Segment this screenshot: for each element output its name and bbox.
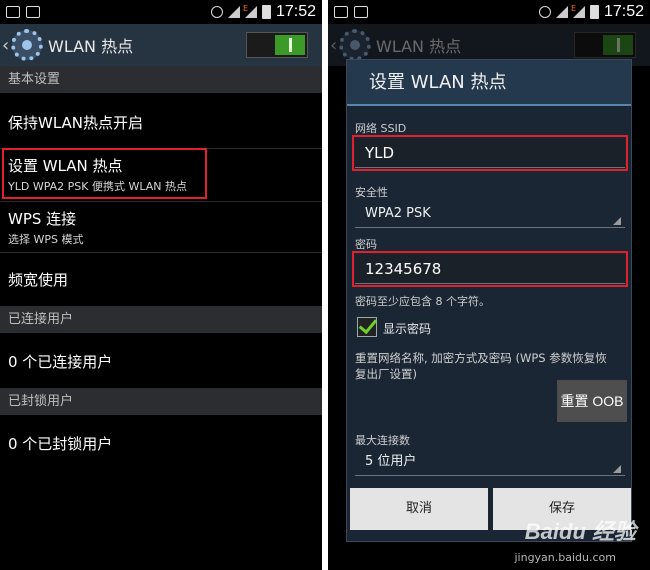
bandwidth-usage-item[interactable]: 频宽使用	[8, 269, 68, 290]
toggle-knob	[275, 35, 305, 55]
hotspot-toggle[interactable]	[246, 32, 308, 58]
status-time: 17:52	[275, 3, 316, 20]
signal-icon	[227, 6, 240, 18]
dropdown-arrow-icon	[613, 217, 621, 225]
section-header-basic: 基本设置	[0, 66, 322, 93]
battery-icon	[589, 5, 599, 19]
show-password-checkbox[interactable]	[357, 317, 377, 337]
section-header-blocked: 已封锁用户	[0, 388, 322, 415]
wps-connect-item[interactable]: WPS 连接	[8, 208, 76, 229]
security-value: WPA2 PSK	[365, 206, 431, 221]
dropdown-arrow-icon	[613, 465, 621, 473]
highlight-box	[352, 251, 628, 287]
reset-description-line2: 复出厂设置)	[355, 367, 417, 381]
max-connections-select[interactable]: 5 位用户	[355, 450, 625, 476]
divider	[0, 201, 322, 202]
alarm-icon	[538, 6, 551, 18]
keep-hotspot-on-item[interactable]: 保持WLAN热点开启	[8, 112, 143, 133]
blocked-users-item[interactable]: 0 个已封锁用户	[8, 433, 112, 454]
connected-users-item[interactable]: 0 个已连接用户	[8, 351, 112, 372]
image-icon	[354, 6, 368, 18]
security-label: 安全性	[355, 186, 388, 199]
watermark-url: jingyan.baidu.com	[514, 551, 616, 564]
divider	[0, 252, 322, 253]
password-label: 密码	[355, 238, 377, 251]
baidu-jingyan-logo: Baidu 经验	[524, 519, 636, 544]
settings-gear-icon[interactable]	[11, 29, 43, 61]
security-select[interactable]: WPA2 PSK	[355, 202, 625, 228]
edge-signal-icon	[571, 4, 585, 18]
right-screen: 17:52 ‹ WLAN 热点 设置 WLAN 热点 网络 SSID YLD 安…	[328, 0, 650, 570]
password-hint: 密码至少应包含 8 个字符。	[355, 295, 490, 308]
left-screen: 17:52 ‹ WLAN 热点 基本设置 保持WLAN热点开启 设置 WLAN …	[0, 0, 322, 570]
alarm-icon	[210, 6, 223, 18]
signal-icon	[555, 6, 568, 18]
notification-icon	[334, 6, 348, 18]
ssid-label: 网络 SSID	[355, 122, 407, 135]
edge-signal-icon	[243, 4, 257, 18]
max-connections-label: 最大连接数	[355, 434, 410, 447]
reset-description-line1: 重置网络名称, 加密方式及密码 (WPS 参数恢复恢	[355, 351, 607, 365]
notification-icon	[6, 6, 20, 18]
status-time: 17:52	[603, 3, 644, 20]
highlight-box	[352, 135, 628, 171]
image-icon	[26, 6, 40, 18]
dialog-title: 设置 WLAN 热点	[347, 60, 631, 106]
battery-icon	[261, 5, 271, 19]
status-bar: 17:52	[0, 0, 322, 24]
setup-hotspot-dialog: 设置 WLAN 热点 网络 SSID YLD 安全性 WPA2 PSK 密码 1…	[346, 59, 632, 542]
highlight-box	[2, 148, 207, 199]
show-password-label: 显示密码	[383, 322, 432, 336]
page-title: WLAN 热点	[48, 37, 134, 56]
max-connections-value: 5 位用户	[365, 454, 417, 469]
status-bar: 17:52	[328, 0, 650, 24]
wps-connect-subtitle: 选择 WPS 模式	[8, 233, 84, 246]
action-bar: ‹ WLAN 热点	[0, 24, 322, 66]
cancel-button[interactable]: 取消	[350, 488, 488, 530]
section-header-connected: 已连接用户	[0, 306, 322, 333]
reset-oob-button[interactable]: 重置 OOB	[557, 380, 627, 422]
